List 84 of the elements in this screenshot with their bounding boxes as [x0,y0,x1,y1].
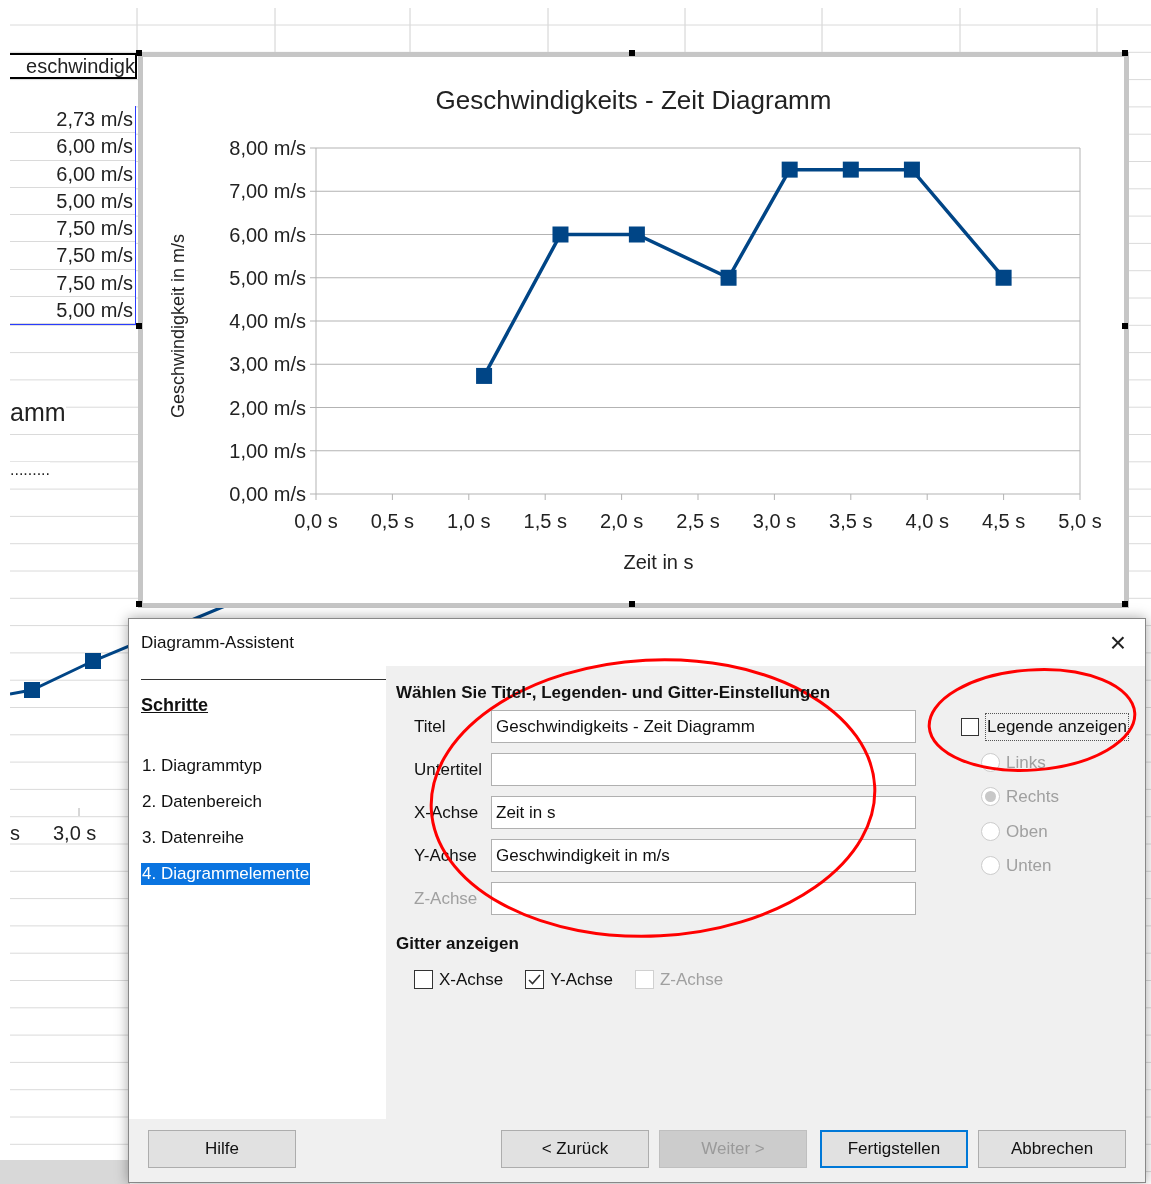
axis-tick-label: s [10,823,20,843]
axis-tick-label: 1,00 m/s [229,439,306,462]
radio-button[interactable] [981,787,1000,807]
section-title: Gitter anzeigen [396,933,520,955]
checkbox-label: Z-Achse [659,968,724,991]
radio-label: Links [1006,751,1046,774]
input-field[interactable]: Geschwindigkeits - Zeit Diagramm [491,710,916,743]
dotted-line-text: ......... [10,462,50,478]
table-cell: 6,00 m/s [10,133,135,161]
close-button[interactable]: × [1103,627,1133,658]
table-cell: 7,50 m/s [10,269,135,298]
step-item[interactable]: 2. Datenbereich [141,791,264,813]
axis-tick-label: 7,00 m/s [229,180,306,203]
axis-tick-label: 4,0 s [905,510,949,532]
step-item[interactable]: 4. Diagrammelemente [141,863,311,885]
selection-handle[interactable] [136,323,142,329]
table-cell: 2,73 m/s [10,106,135,134]
axis-tick-label: 6,00 m/s [229,223,306,246]
table-cell: 7,50 m/s [10,215,135,243]
axis-tick-label: 3,0 s [53,823,97,843]
table-cell: eschwindigk [10,53,137,79]
scrollbar-track[interactable] [0,1160,130,1184]
data-point [781,161,798,178]
selection-handle[interactable] [1122,323,1128,329]
radio-label: Oben [1006,820,1048,843]
selection-handle[interactable] [136,601,142,607]
field-label: Z-Achse [413,887,479,910]
data-point [628,226,645,243]
axis-tick-label: 4,5 s [981,510,1026,532]
table-cell: 6,00 m/s [10,160,135,188]
axis-tick-label: 0,0 s [294,510,338,532]
input-field[interactable]: Zeit in s [491,796,916,829]
checkbox-label: X-Achse [439,968,504,991]
radio-label: Rechts [1006,786,1059,808]
axis-tick-label: 3,0 s [752,510,797,532]
data-point [903,161,920,178]
radio-button[interactable] [981,856,1000,876]
dialog-button[interactable]: Fertigstellen [820,1130,968,1168]
window-title: Diagramm-Assistent [141,631,295,654]
field-label: Titel [413,715,447,738]
table-cell: 7,50 m/s [10,242,135,270]
dialog-button[interactable]: < Zurück [501,1130,649,1168]
table-cell: 5,00 m/s [10,297,135,325]
checkbox[interactable] [414,969,433,989]
data-point [476,367,493,384]
dialog-button[interactable]: Hilfe [148,1130,296,1168]
radio-button[interactable] [981,821,1000,841]
checkbox-label: Legende anzeigen [985,713,1129,741]
input-field[interactable] [491,753,916,786]
selection-handle[interactable] [629,601,635,607]
step-item[interactable]: 3. Datenreihe [141,827,246,849]
data-point [842,161,859,178]
axis-tick-label: 5,00 m/s [229,266,306,289]
radio-label: Unten [1006,855,1052,877]
dialog-button[interactable]: Abbrechen [978,1130,1126,1168]
checkbox[interactable] [525,969,545,989]
axis-tick-label: 5,0 s [1058,510,1102,532]
checkbox-label: Y-Achse [550,968,613,991]
selection-handle[interactable] [1122,601,1128,607]
axis-tick-label: 8,00 m/s [229,137,306,159]
chart-title: Geschwindigkeits - Zeit Diagramm [434,87,833,113]
axis-tick-label: 1,0 s [447,510,491,532]
data-point [552,226,569,243]
axis-tick-label: 0,5 s [370,510,415,532]
step-item[interactable]: 1. Diagrammtyp [141,755,263,777]
axis-tick-label: 2,0 s [599,510,644,532]
axis-tick-label: 4,00 m/s [229,310,306,332]
axis-tick-label: 3,5 s [829,510,873,532]
axis-tick-label: 2,5 s [676,510,720,532]
input-field[interactable]: Geschwindigkeit in m/s [491,839,916,872]
sidebar-heading: Schritte [141,694,210,717]
axis-title: Zeit in s [622,552,695,572]
selection-handle[interactable] [629,50,635,56]
data-point [995,269,1012,286]
selection-handle[interactable] [136,50,142,56]
axis-tick-label: 2,00 m/s [229,396,306,419]
axis-tick-label: 1,5 s [523,510,567,532]
checkbox[interactable] [961,717,979,736]
selection-handle[interactable] [1122,50,1128,56]
axis-title: Geschwindigkeit in m/s [169,233,187,419]
axis-tick-label: 0,00 m/s [229,483,306,505]
data-point [720,269,737,286]
table-cell: 5,00 m/s [10,187,135,216]
axis-tick-label: 3,00 m/s [229,353,306,376]
